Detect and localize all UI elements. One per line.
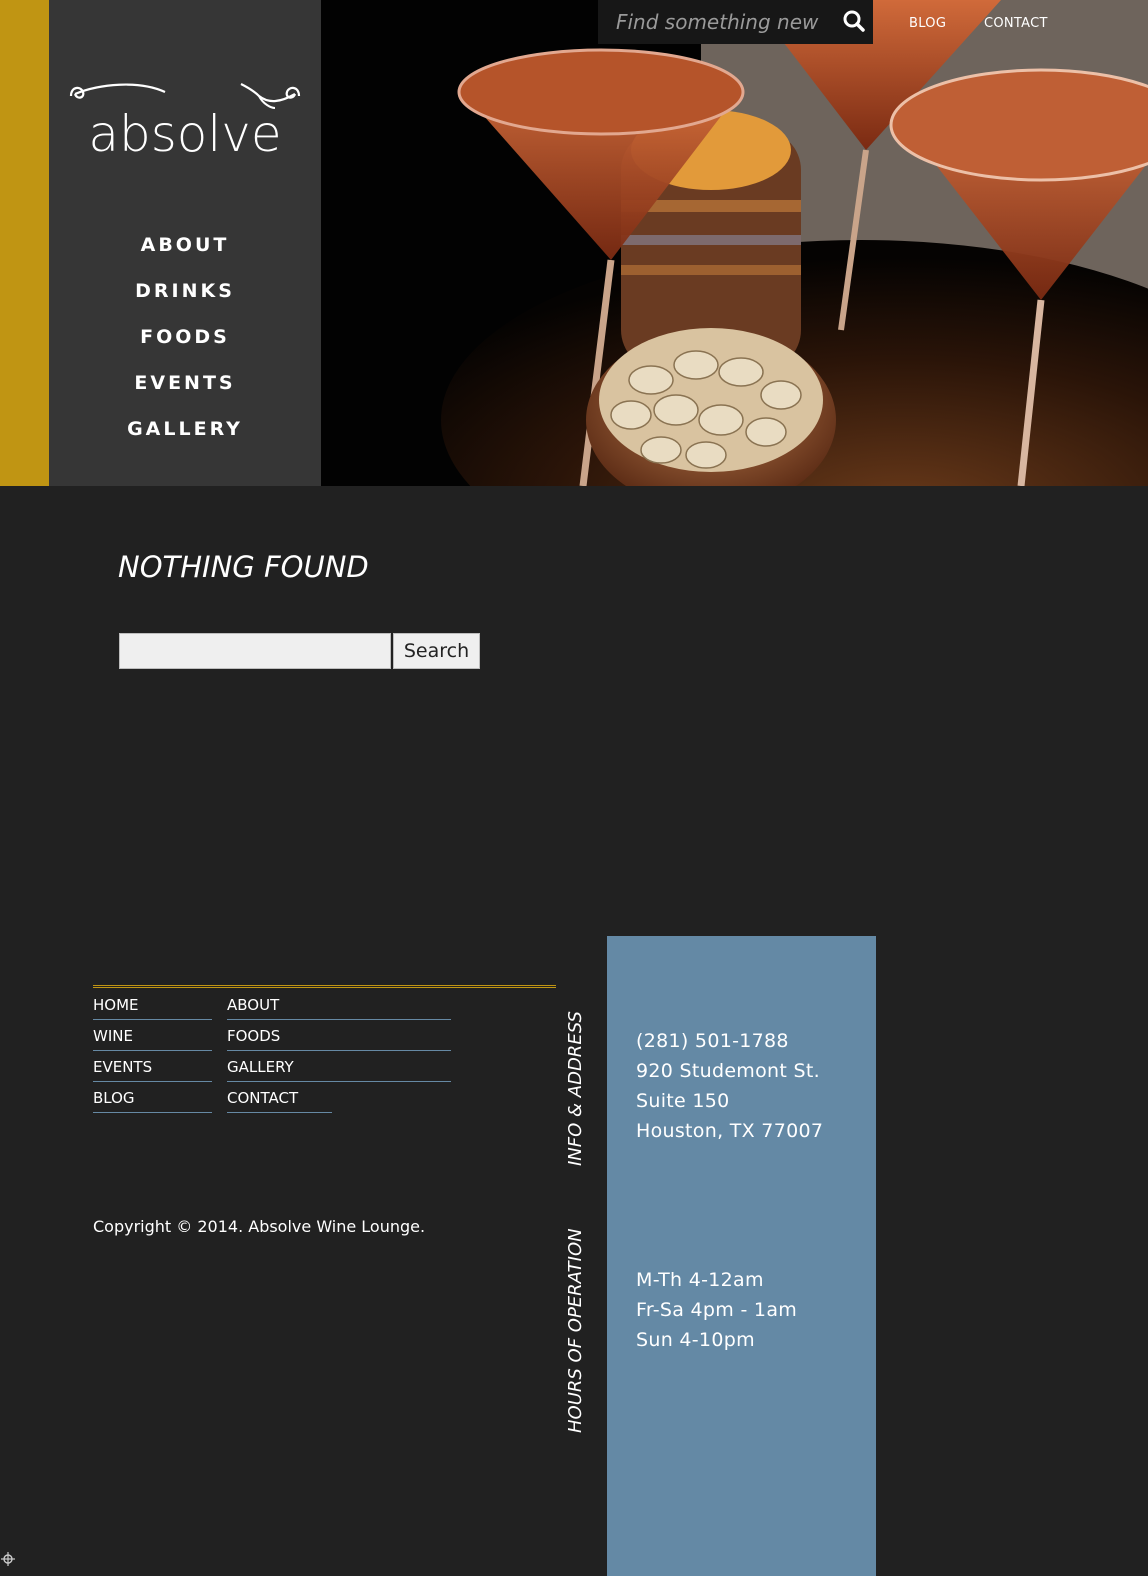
gold-accent-bar bbox=[0, 0, 49, 486]
footer-link-contact[interactable]: CONTACT bbox=[227, 1083, 332, 1113]
top-search-input[interactable] bbox=[598, 0, 838, 44]
footer-link-foods[interactable]: FOODS bbox=[227, 1021, 451, 1051]
search-icon[interactable] bbox=[839, 0, 873, 44]
hero-illustration bbox=[321, 0, 1148, 486]
nav-item-gallery[interactable]: GALLERY bbox=[49, 406, 321, 452]
hero-image-cocktails bbox=[321, 0, 1148, 486]
footer-link-blog[interactable]: BLOG bbox=[93, 1083, 212, 1113]
site-header: absolve ABOUT DRINKS FOODS EVENTS GALLER… bbox=[0, 0, 1148, 486]
main-nav: ABOUT DRINKS FOODS EVENTS GALLERY bbox=[49, 222, 321, 452]
copyright-text: Copyright © 2014. Absolve Wine Lounge. bbox=[93, 1217, 426, 1236]
top-link-blog[interactable]: BLOG bbox=[909, 16, 946, 31]
phone-number[interactable]: (281) 501-1788 bbox=[636, 1026, 789, 1056]
address-street: 920 Studemont St. bbox=[636, 1060, 820, 1082]
hours-weekday: M-Th 4-12am bbox=[636, 1269, 764, 1291]
site-logo[interactable]: absolve bbox=[69, 82, 301, 172]
info-address-label: INFO & ADDRESS bbox=[565, 1011, 586, 1166]
address-city: Houston, TX 77007 bbox=[636, 1120, 824, 1142]
logo-text: absolve bbox=[88, 105, 282, 163]
nav-item-foods[interactable]: FOODS bbox=[49, 314, 321, 360]
nav-item-events[interactable]: EVENTS bbox=[49, 360, 321, 406]
footer-link-events[interactable]: EVENTS bbox=[93, 1052, 212, 1082]
hours-weekend: Fr-Sa 4pm - 1am bbox=[636, 1299, 798, 1321]
footer-link-wine[interactable]: WINE bbox=[93, 1021, 212, 1051]
nav-item-drinks[interactable]: DRINKS bbox=[49, 268, 321, 314]
address-suite: Suite 150 bbox=[636, 1090, 730, 1112]
footer-divider bbox=[93, 985, 556, 988]
footer-link-home[interactable]: HOME bbox=[93, 990, 212, 1020]
side-panel: absolve ABOUT DRINKS FOODS EVENTS GALLER… bbox=[49, 0, 321, 486]
search-button[interactable]: Search bbox=[393, 633, 480, 669]
corner-move-icon bbox=[1, 1551, 15, 1566]
search-input[interactable] bbox=[119, 633, 391, 669]
page-title: NOTHING FOUND bbox=[118, 550, 369, 584]
footer-link-about[interactable]: ABOUT bbox=[227, 990, 451, 1020]
info-panel: (281) 501-1788 920 Studemont St. Suite 1… bbox=[607, 936, 876, 1576]
nav-item-about[interactable]: ABOUT bbox=[49, 222, 321, 268]
top-link-contact[interactable]: CONTACT bbox=[984, 16, 1048, 31]
footer-link-gallery[interactable]: GALLERY bbox=[227, 1052, 451, 1082]
top-search-bar bbox=[598, 0, 873, 44]
hours-label: HOURS OF OPERATION bbox=[565, 1228, 586, 1433]
hours-sunday: Sun 4-10pm bbox=[636, 1329, 755, 1351]
